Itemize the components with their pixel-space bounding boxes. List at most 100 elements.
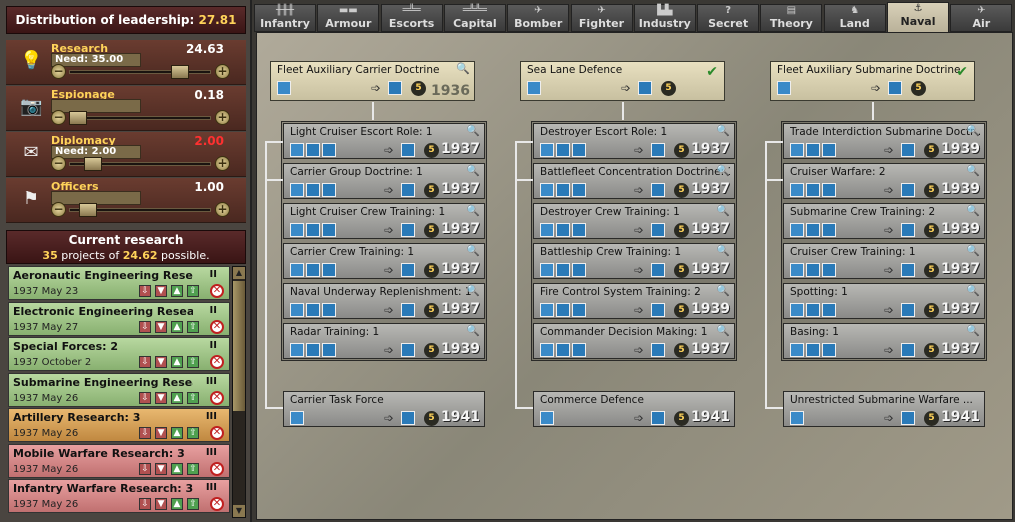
scroll-thumb[interactable] bbox=[233, 281, 245, 411]
cancel-research-icon[interactable]: ✕ bbox=[210, 426, 224, 440]
research-queue-item[interactable]: Artillery Research: 3 III 1937 May 26 ⇩ ▼ ▲ ⇧ ✕ bbox=[8, 408, 230, 442]
cancel-research-icon[interactable]: ✕ bbox=[210, 461, 224, 476]
tab-air[interactable]: ✈ Air bbox=[950, 4, 1013, 32]
slider-thumb[interactable] bbox=[170, 65, 189, 79]
plus-button[interactable]: + bbox=[215, 110, 230, 125]
move-top-icon[interactable]: ⇧ bbox=[187, 356, 199, 368]
tech-card[interactable]: Fire Control System Training: 2 ➩ 5 1939 🔍 bbox=[533, 283, 735, 319]
move-top-icon[interactable]: ⇧ bbox=[187, 462, 199, 475]
move-bottom-icon[interactable]: ⇩ bbox=[139, 391, 151, 404]
tab-secret[interactable]: ? Secret bbox=[697, 4, 760, 32]
move-top-icon[interactable]: ⇧ bbox=[187, 285, 199, 297]
tech-card[interactable]: Spotting: 1 ➩ 5 1937 🔍 bbox=[783, 283, 985, 319]
tech-card[interactable]: Submarine Crew Training: 2 ➩ 5 1939 🔍 bbox=[783, 203, 985, 239]
tab-industry[interactable]: ▙▙ Industry bbox=[633, 4, 696, 32]
move-bottom-icon[interactable]: ⇩ bbox=[139, 462, 151, 475]
unit-icon bbox=[790, 183, 804, 197]
tech-card[interactable]: Basing: 1 ➩ 5 1937 🔍 bbox=[783, 323, 985, 359]
doctrine-header-card[interactable]: Sea Lane Defence ➩ 5 ✔ bbox=[520, 61, 725, 101]
tab-armour[interactable]: ▬▬ Armour bbox=[317, 4, 380, 32]
move-bottom-icon[interactable]: ⇩ bbox=[139, 356, 151, 368]
research-queue-item[interactable]: Special Forces: 2 II 1937 October 2 ⇩ ▼ ▲ ⇧ ✕ bbox=[8, 337, 230, 371]
cost-badge: 5 bbox=[674, 411, 689, 426]
tab-escorts[interactable]: ═╩═ Escorts bbox=[380, 4, 443, 32]
move-down-icon[interactable]: ▼ bbox=[155, 427, 167, 439]
tech-card-final[interactable]: Commerce Defence ➩ 5 1941 bbox=[533, 391, 735, 427]
cancel-research-icon[interactable]: ✕ bbox=[210, 355, 224, 369]
move-down-icon[interactable]: ▼ bbox=[155, 356, 167, 368]
tech-card[interactable]: Battlefleet Concentration Doctrine: 1 ➩ 5 1… bbox=[533, 163, 735, 199]
move-bottom-icon[interactable]: ⇩ bbox=[139, 285, 151, 297]
tech-card-final[interactable]: Carrier Task Force ➩ 5 1941 bbox=[283, 391, 485, 427]
tech-card[interactable]: Carrier Crew Training: 1 ➩ 5 1937 🔍 bbox=[283, 243, 485, 279]
tech-card[interactable]: Commander Decision Making: 1 ➩ 5 1937 🔍 bbox=[533, 323, 735, 359]
move-down-icon[interactable]: ▼ bbox=[155, 320, 167, 333]
move-down-icon[interactable]: ▼ bbox=[155, 285, 167, 297]
slider-track[interactable] bbox=[69, 116, 211, 120]
slider-track[interactable] bbox=[69, 70, 211, 74]
move-up-icon[interactable]: ▲ bbox=[171, 285, 183, 297]
move-bottom-icon[interactable]: ⇩ bbox=[139, 498, 151, 510]
cancel-research-icon[interactable]: ✕ bbox=[210, 390, 224, 405]
move-bottom-icon[interactable]: ⇩ bbox=[139, 427, 151, 439]
tech-card[interactable]: Destroyer Crew Training: 1 ➩ 5 1937 🔍 bbox=[533, 203, 735, 239]
magnifier-icon: 🔍 bbox=[456, 62, 470, 75]
tab-land[interactable]: ♞ Land bbox=[823, 4, 886, 32]
minus-button[interactable]: − bbox=[51, 156, 66, 171]
tech-card[interactable]: Cruiser Crew Training: 1 ➩ 5 1937 🔍 bbox=[783, 243, 985, 279]
cancel-research-icon[interactable]: ✕ bbox=[210, 319, 224, 334]
plus-button[interactable]: + bbox=[215, 64, 230, 79]
slider-thumb[interactable] bbox=[83, 157, 102, 171]
research-queue-item[interactable]: Submarine Engineering Resea ... III 1937 M… bbox=[8, 372, 230, 407]
tech-card[interactable]: Naval Underway Replenishment: 1 ➩ 5 1937 🔍 bbox=[283, 283, 485, 319]
tech-card[interactable]: Light Cruiser Crew Training: 1 ➩ 5 1937 🔍 bbox=[283, 203, 485, 239]
tech-card-final[interactable]: Unrestricted Submarine Warfare ... ➩ 5 1941 bbox=[783, 391, 985, 427]
move-up-icon[interactable]: ▲ bbox=[171, 462, 183, 475]
minus-button[interactable]: − bbox=[51, 64, 66, 79]
tech-card[interactable]: Cruiser Warfare: 2 ➩ 5 1939 🔍 bbox=[783, 163, 985, 199]
tab-theory[interactable]: ▤ Theory bbox=[760, 4, 823, 32]
move-up-icon[interactable]: ▲ bbox=[171, 498, 183, 510]
research-queue-item[interactable]: Infantry Warfare Research: 3 III 1937 May … bbox=[8, 479, 230, 513]
tab-capital[interactable]: ═╩╩═ Capital bbox=[443, 4, 506, 32]
slider-research: 💡 Research Need: 35.00 24.63− + bbox=[6, 40, 246, 85]
research-queue-item[interactable]: Mobile Warfare Research: 3 III 1937 May 26… bbox=[8, 443, 230, 478]
tech-card[interactable]: Light Cruiser Escort Role: 1 ➩ 5 1937 🔍 bbox=[283, 123, 485, 159]
plus-button[interactable]: + bbox=[215, 202, 230, 217]
research-queue-item[interactable]: Electronic Engineering Resear ... II 1937 … bbox=[8, 301, 230, 336]
tab-fighter[interactable]: ✈ Fighter bbox=[570, 4, 633, 32]
move-bottom-icon[interactable]: ⇩ bbox=[139, 320, 151, 333]
tab-bomber[interactable]: ✈ Bomber bbox=[507, 4, 570, 32]
doctrine-header-card[interactable]: Fleet Auxiliary Submarine Doctrine ➩ 5 ✔ bbox=[770, 61, 975, 101]
slider-thumb[interactable] bbox=[78, 203, 97, 217]
tech-card[interactable]: Trade Interdiction Submarine Doctr ... ➩ 5… bbox=[783, 123, 985, 159]
tech-card[interactable]: Destroyer Escort Role: 1 ➩ 5 1937 🔍 bbox=[533, 123, 735, 159]
cancel-research-icon[interactable]: ✕ bbox=[210, 284, 224, 298]
move-top-icon[interactable]: ⇧ bbox=[187, 498, 199, 510]
research-queue-item[interactable]: Aeronautic Engineering Resea ... II 1937 M… bbox=[8, 266, 230, 300]
slider-thumb[interactable] bbox=[69, 111, 87, 125]
tab-infantry[interactable]: ╫╫╫ Infantry bbox=[254, 4, 316, 32]
move-up-icon[interactable]: ▲ bbox=[171, 320, 183, 333]
minus-button[interactable]: − bbox=[51, 110, 66, 125]
move-up-icon[interactable]: ▲ bbox=[171, 391, 183, 404]
move-top-icon[interactable]: ⇧ bbox=[187, 320, 199, 333]
tech-card[interactable]: Radar Training: 1 ➩ 5 1939 🔍 bbox=[283, 323, 485, 359]
move-down-icon[interactable]: ▼ bbox=[155, 498, 167, 510]
cancel-research-icon[interactable]: ✕ bbox=[210, 497, 224, 511]
scroll-down-icon[interactable]: ▼ bbox=[233, 505, 245, 517]
move-up-icon[interactable]: ▲ bbox=[171, 356, 183, 368]
tab-naval[interactable]: ⚓ Naval bbox=[887, 2, 949, 34]
move-up-icon[interactable]: ▲ bbox=[171, 427, 183, 439]
move-top-icon[interactable]: ⇧ bbox=[187, 427, 199, 439]
tech-card[interactable]: Carrier Group Doctrine: 1 ➩ 5 1937 🔍 bbox=[283, 163, 485, 199]
move-down-icon[interactable]: ▼ bbox=[155, 391, 167, 404]
doctrine-header-card[interactable]: Fleet Auxiliary Carrier Doctrine ➩ 5 1936 🔍 bbox=[270, 61, 475, 101]
plus-button[interactable]: + bbox=[215, 156, 230, 171]
queue-scrollbar[interactable]: ▲ ▼ bbox=[232, 266, 246, 518]
move-top-icon[interactable]: ⇧ bbox=[187, 391, 199, 404]
tech-card[interactable]: Battleship Crew Training: 1 ➩ 5 1937 🔍 bbox=[533, 243, 735, 279]
minus-button[interactable]: − bbox=[51, 202, 66, 217]
scroll-up-icon[interactable]: ▲ bbox=[233, 267, 245, 279]
move-down-icon[interactable]: ▼ bbox=[155, 462, 167, 475]
